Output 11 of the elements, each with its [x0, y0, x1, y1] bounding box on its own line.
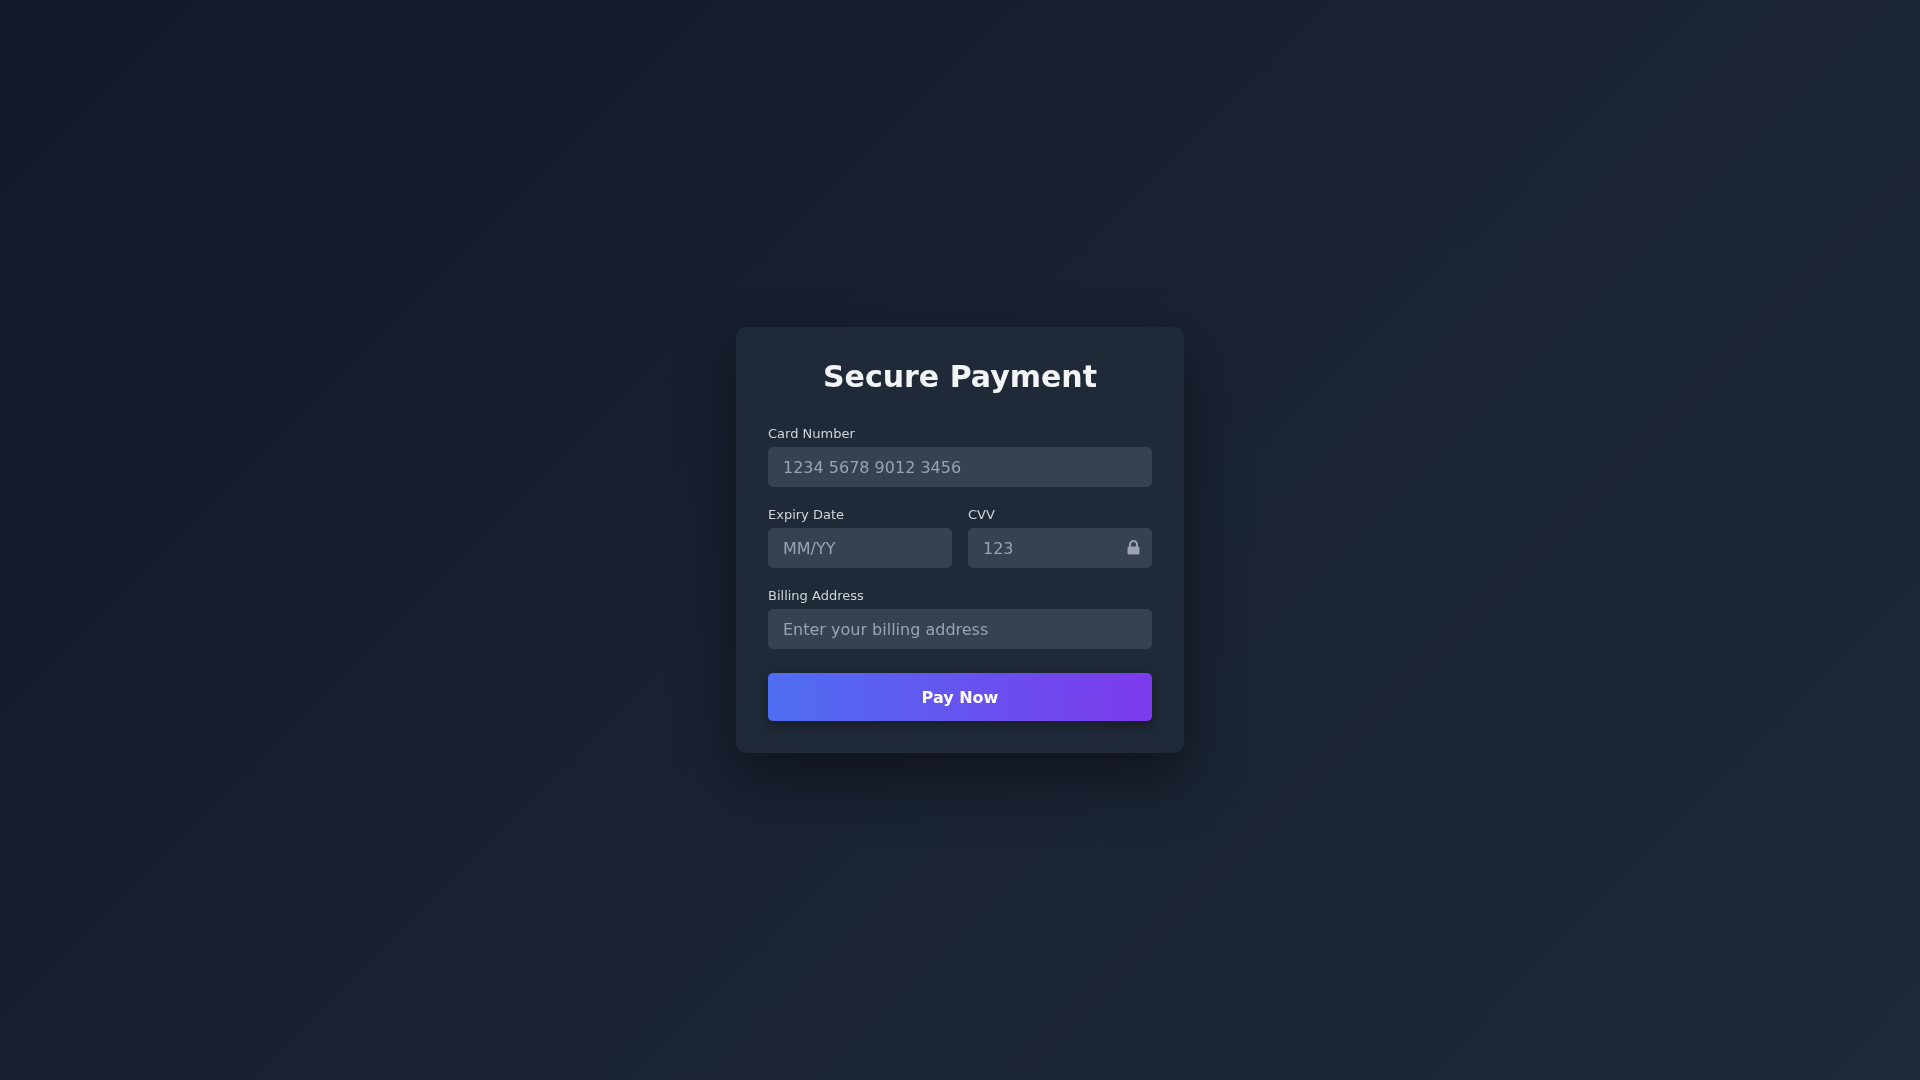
input-field[interactable]: 123 [968, 528, 1152, 568]
input-field[interactable]: Enter your billing address [768, 609, 1152, 649]
input-field[interactable]: 1234 5678 9012 3456 [768, 447, 1152, 487]
field-label: Billing Address [768, 588, 864, 603]
pay-button[interactable]: Pay Now [768, 673, 1152, 721]
input-field[interactable]: MM/YY [768, 528, 952, 568]
field-label: CVV [968, 507, 995, 522]
lock-icon [1127, 540, 1140, 555]
field-label: Card Number [768, 426, 855, 441]
field-label: Expiry Date [768, 507, 844, 522]
form-title: Secure Payment [821, 359, 1098, 394]
